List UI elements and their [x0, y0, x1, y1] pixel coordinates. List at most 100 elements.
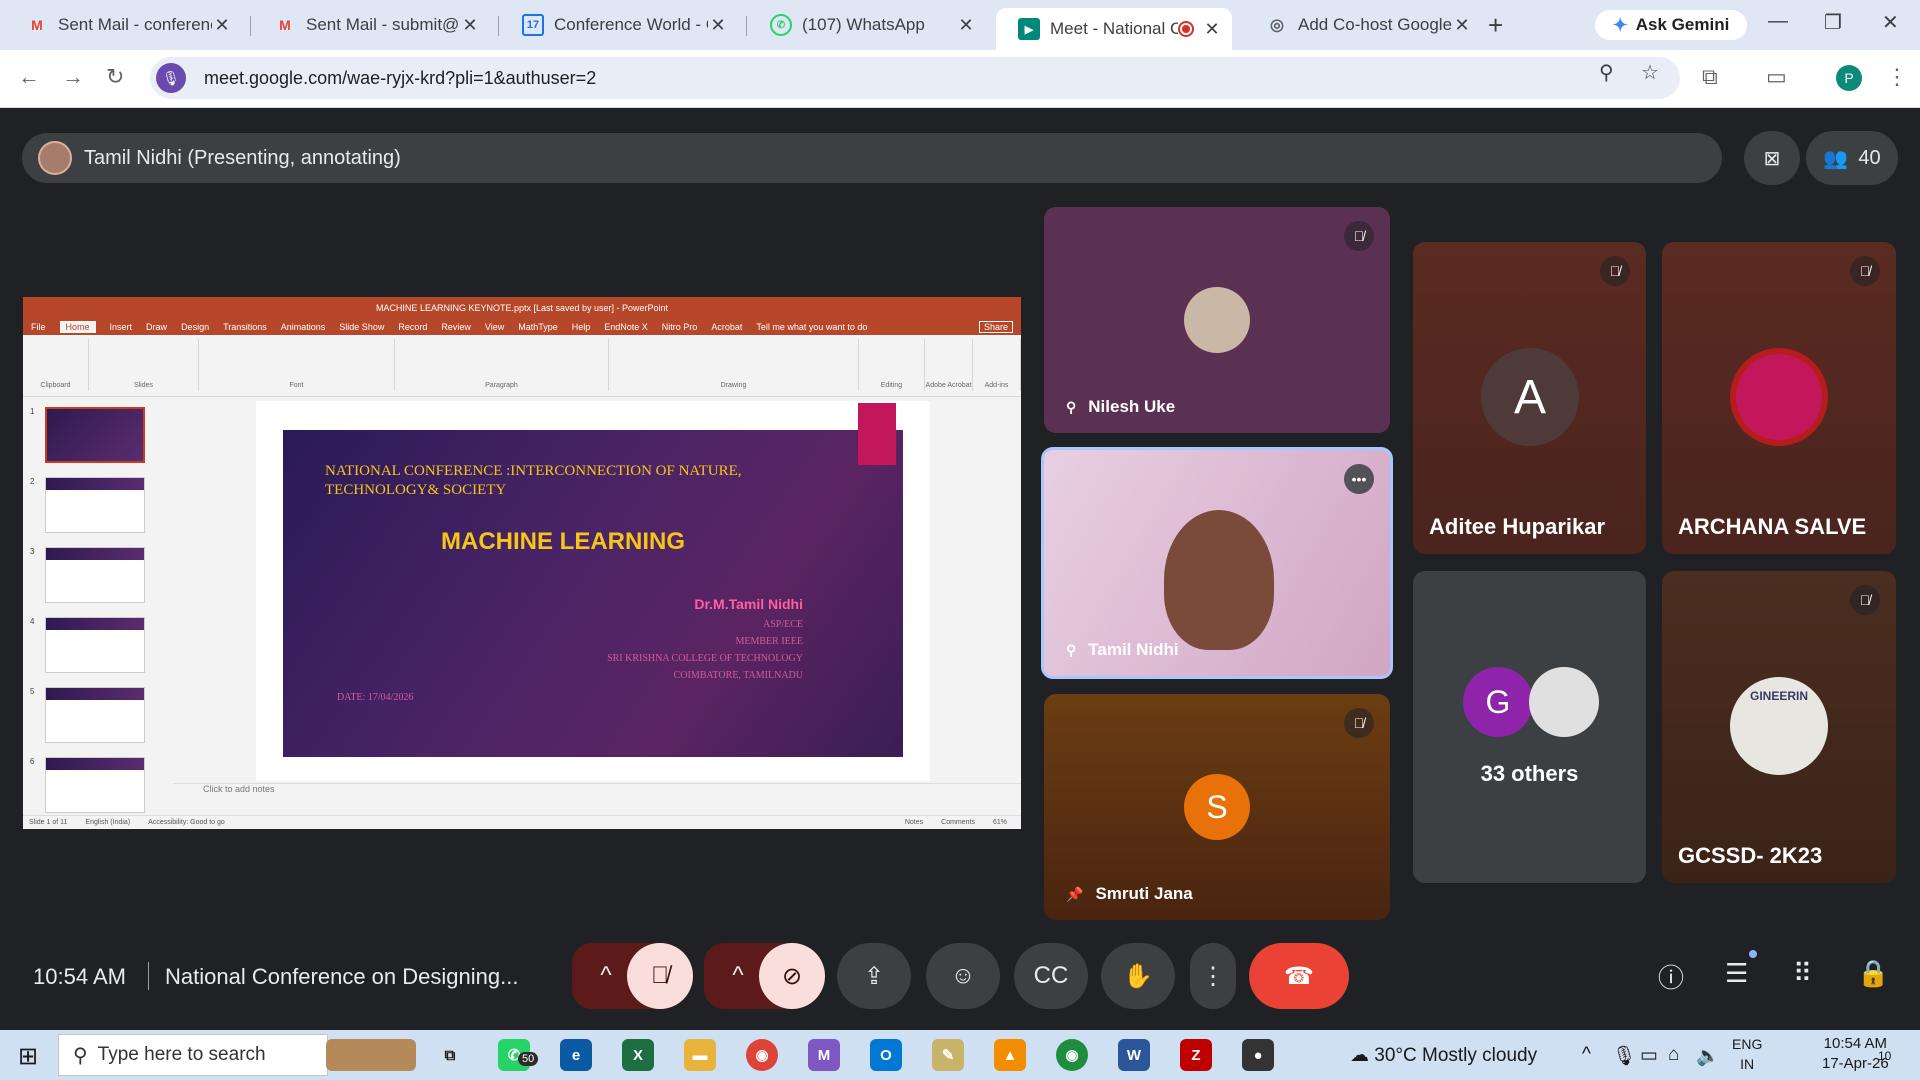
status-zoom[interactable]: 61% [993, 819, 1007, 826]
more-options-button[interactable]: ⋮ [1190, 943, 1236, 1009]
ribbon-tab-slideshow[interactable]: Slide Show [339, 322, 384, 332]
vlc-icon[interactable]: ▲ [994, 1039, 1026, 1071]
ribbon-tab-mathtype[interactable]: MathType [518, 322, 558, 332]
ribbon-tab-file[interactable]: File [31, 322, 46, 332]
close-icon[interactable]: ✕ [212, 15, 232, 36]
ribbon-tab-animations[interactable]: Animations [281, 322, 326, 332]
chat-button[interactable]: ☰ [1725, 958, 1748, 989]
meeting-info-button[interactable]: ⓘ [1658, 958, 1684, 995]
word-icon[interactable]: W [1118, 1039, 1150, 1071]
ribbon-tab-draw[interactable]: Draw [146, 322, 167, 332]
ribbon-tab-help[interactable]: Help [572, 322, 591, 332]
tell-me-search[interactable]: Tell me what you want to do [756, 322, 867, 332]
participant-tile-nilesh[interactable]: 🎙̸ ⚲ Nilesh Uke [1044, 207, 1390, 433]
edge-icon[interactable]: e [560, 1039, 592, 1071]
captions-button[interactable]: CC [1014, 943, 1088, 1009]
status-notes-button[interactable]: Notes [905, 819, 923, 826]
tab-sent-mail-conference[interactable]: M Sent Mail - conference ✕ [4, 8, 242, 42]
tray-battery-icon[interactable]: ▭ [1640, 1044, 1658, 1067]
close-icon[interactable]: ✕ [708, 15, 728, 36]
ribbon-tab-insert[interactable]: Insert [110, 322, 133, 332]
ppt-share-button[interactable]: Share [978, 321, 1013, 333]
weather-widget[interactable]: ☁ 30°C Mostly cloudy [1350, 1044, 1537, 1067]
activities-button[interactable]: ⠿ [1793, 958, 1812, 989]
notification-center-icon[interactable]: 10 [1878, 1044, 1891, 1066]
language-indicator[interactable]: ENG IN [1732, 1034, 1762, 1074]
slide-thumbnail[interactable] [45, 407, 145, 463]
slide-thumbnail[interactable] [45, 617, 145, 673]
task-view-icon[interactable]: ⧉ [434, 1039, 466, 1071]
tab-add-cohost[interactable]: ◎ Add Co-host Google M ✕ [1244, 8, 1482, 42]
participant-tile-archana[interactable]: 🎙̸ ARCHANA SALVE [1662, 242, 1896, 554]
tray-mic-icon[interactable]: 🎙 [1612, 1044, 1636, 1068]
ribbon-tab-design[interactable]: Design [181, 322, 209, 332]
tab-meet[interactable]: ▶ Meet - National Co ✕ [996, 8, 1232, 50]
profile-avatar[interactable]: P [1836, 65, 1862, 91]
ribbon-tab-review[interactable]: Review [441, 322, 471, 332]
tray-network-icon[interactable]: ⌂ [1668, 1044, 1679, 1066]
chrome-icon[interactable]: ◉ [746, 1039, 778, 1071]
more-options-icon[interactable]: ••• [1344, 464, 1374, 494]
reload-button[interactable]: ↻ [106, 64, 124, 90]
ribbon-tab-nitro[interactable]: Nitro Pro [662, 322, 698, 332]
ribbon-tab-home[interactable]: Home [59, 321, 96, 333]
windows-start-icon[interactable]: ⊞ [18, 1042, 38, 1071]
slide-thumbnail[interactable] [45, 687, 145, 743]
filezilla-icon[interactable]: Z [1180, 1039, 1212, 1071]
ask-gemini-button[interactable]: ✦ Ask Gemini [1595, 10, 1747, 40]
recorder-icon[interactable]: ● [1242, 1039, 1274, 1071]
tab-sent-mail-submit[interactable]: M Sent Mail - submit@co ✕ [252, 8, 490, 42]
participant-tile-others[interactable]: G 33 others [1413, 571, 1646, 883]
status-comments-button[interactable]: Comments [941, 819, 975, 826]
mic-toggle-button[interactable]: 🎙̸ [627, 943, 693, 1009]
slide-thumbnail[interactable] [45, 757, 145, 813]
ribbon-tab-transitions[interactable]: Transitions [223, 322, 267, 332]
restore-button[interactable]: ❐ [1824, 10, 1842, 35]
file-explorer-icon[interactable]: ▬ [684, 1039, 716, 1071]
paint-icon[interactable]: ✎ [932, 1039, 964, 1071]
participant-tile-tamil[interactable]: ••• ⚲ Tamil Nidhi [1041, 447, 1393, 679]
notes-pane[interactable]: Click to add notes [173, 783, 1021, 801]
forward-button[interactable]: → [62, 64, 84, 90]
bookmark-star-icon[interactable]: ☆ [1641, 60, 1659, 85]
close-icon[interactable]: ✕ [1452, 15, 1472, 36]
address-bar[interactable]: 🎙 meet.google.com/wae-ryjx-krd?pli=1&aut… [150, 57, 1680, 99]
taskbar-search[interactable]: ⚲ Type here to search [58, 1034, 328, 1076]
close-icon[interactable]: ✕ [1202, 19, 1222, 40]
close-icon[interactable]: ✕ [460, 15, 480, 36]
tray-volume-icon[interactable]: 🔈 [1696, 1044, 1720, 1068]
outlook-icon[interactable]: O [870, 1039, 902, 1071]
tab-whatsapp[interactable]: ✆ (107) WhatsApp ✕ [748, 8, 986, 42]
close-icon[interactable]: ✕ [956, 15, 976, 36]
raise-hand-button[interactable]: ✋ [1101, 943, 1175, 1009]
leave-call-button[interactable]: ☎ [1249, 943, 1349, 1009]
ribbon-tab-record[interactable]: Record [398, 322, 427, 332]
host-controls-button[interactable]: 🔒 [1857, 958, 1889, 989]
participant-tile-gcssd[interactable]: GINEERIN 🎙̸ GCSSD- 2K23 [1662, 571, 1896, 883]
participant-tile-aditee[interactable]: A 🎙̸ Aditee Huparikar [1413, 242, 1646, 554]
cast-icon[interactable]: ▭ [1766, 64, 1787, 90]
meeting-title[interactable]: National Conference on Designing... [165, 964, 518, 990]
zoom-icon[interactable]: ⚲ [1599, 60, 1614, 85]
tab-conference-world[interactable]: 17 Conference World - Ca ✕ [500, 8, 738, 42]
excel-icon[interactable]: X [622, 1039, 654, 1071]
camera-toggle-button[interactable]: ⊘ [759, 943, 825, 1009]
new-tab-button[interactable]: + [1488, 10, 1503, 41]
close-window-button[interactable]: ✕ [1882, 10, 1899, 35]
ribbon-tab-endnote[interactable]: EndNote X [604, 322, 648, 332]
slide-thumbnail[interactable] [45, 547, 145, 603]
reactions-button[interactable]: ☺ [926, 943, 1000, 1009]
present-screen-button[interactable]: ⇪ [837, 943, 911, 1009]
ribbon-tab-view[interactable]: View [485, 322, 504, 332]
back-button[interactable]: ← [18, 64, 40, 90]
microsoft365-icon[interactable]: M [808, 1039, 840, 1071]
layout-toggle-button[interactable]: ⊠ [1744, 131, 1800, 185]
chrome-profile-icon[interactable]: ◉ [1056, 1039, 1088, 1071]
participants-button[interactable]: 👥 40 [1806, 131, 1898, 185]
ribbon-tab-acrobat[interactable]: Acrobat [711, 322, 742, 332]
slide-thumbnail[interactable] [45, 477, 145, 533]
minimize-button[interactable]: — [1768, 10, 1788, 33]
participant-tile-smruti[interactable]: S 🎙̸ 📌 Smruti Jana [1044, 694, 1390, 920]
menu-icon[interactable]: ⋮ [1886, 64, 1908, 90]
microphone-permission-icon[interactable]: 🎙 [156, 63, 186, 93]
